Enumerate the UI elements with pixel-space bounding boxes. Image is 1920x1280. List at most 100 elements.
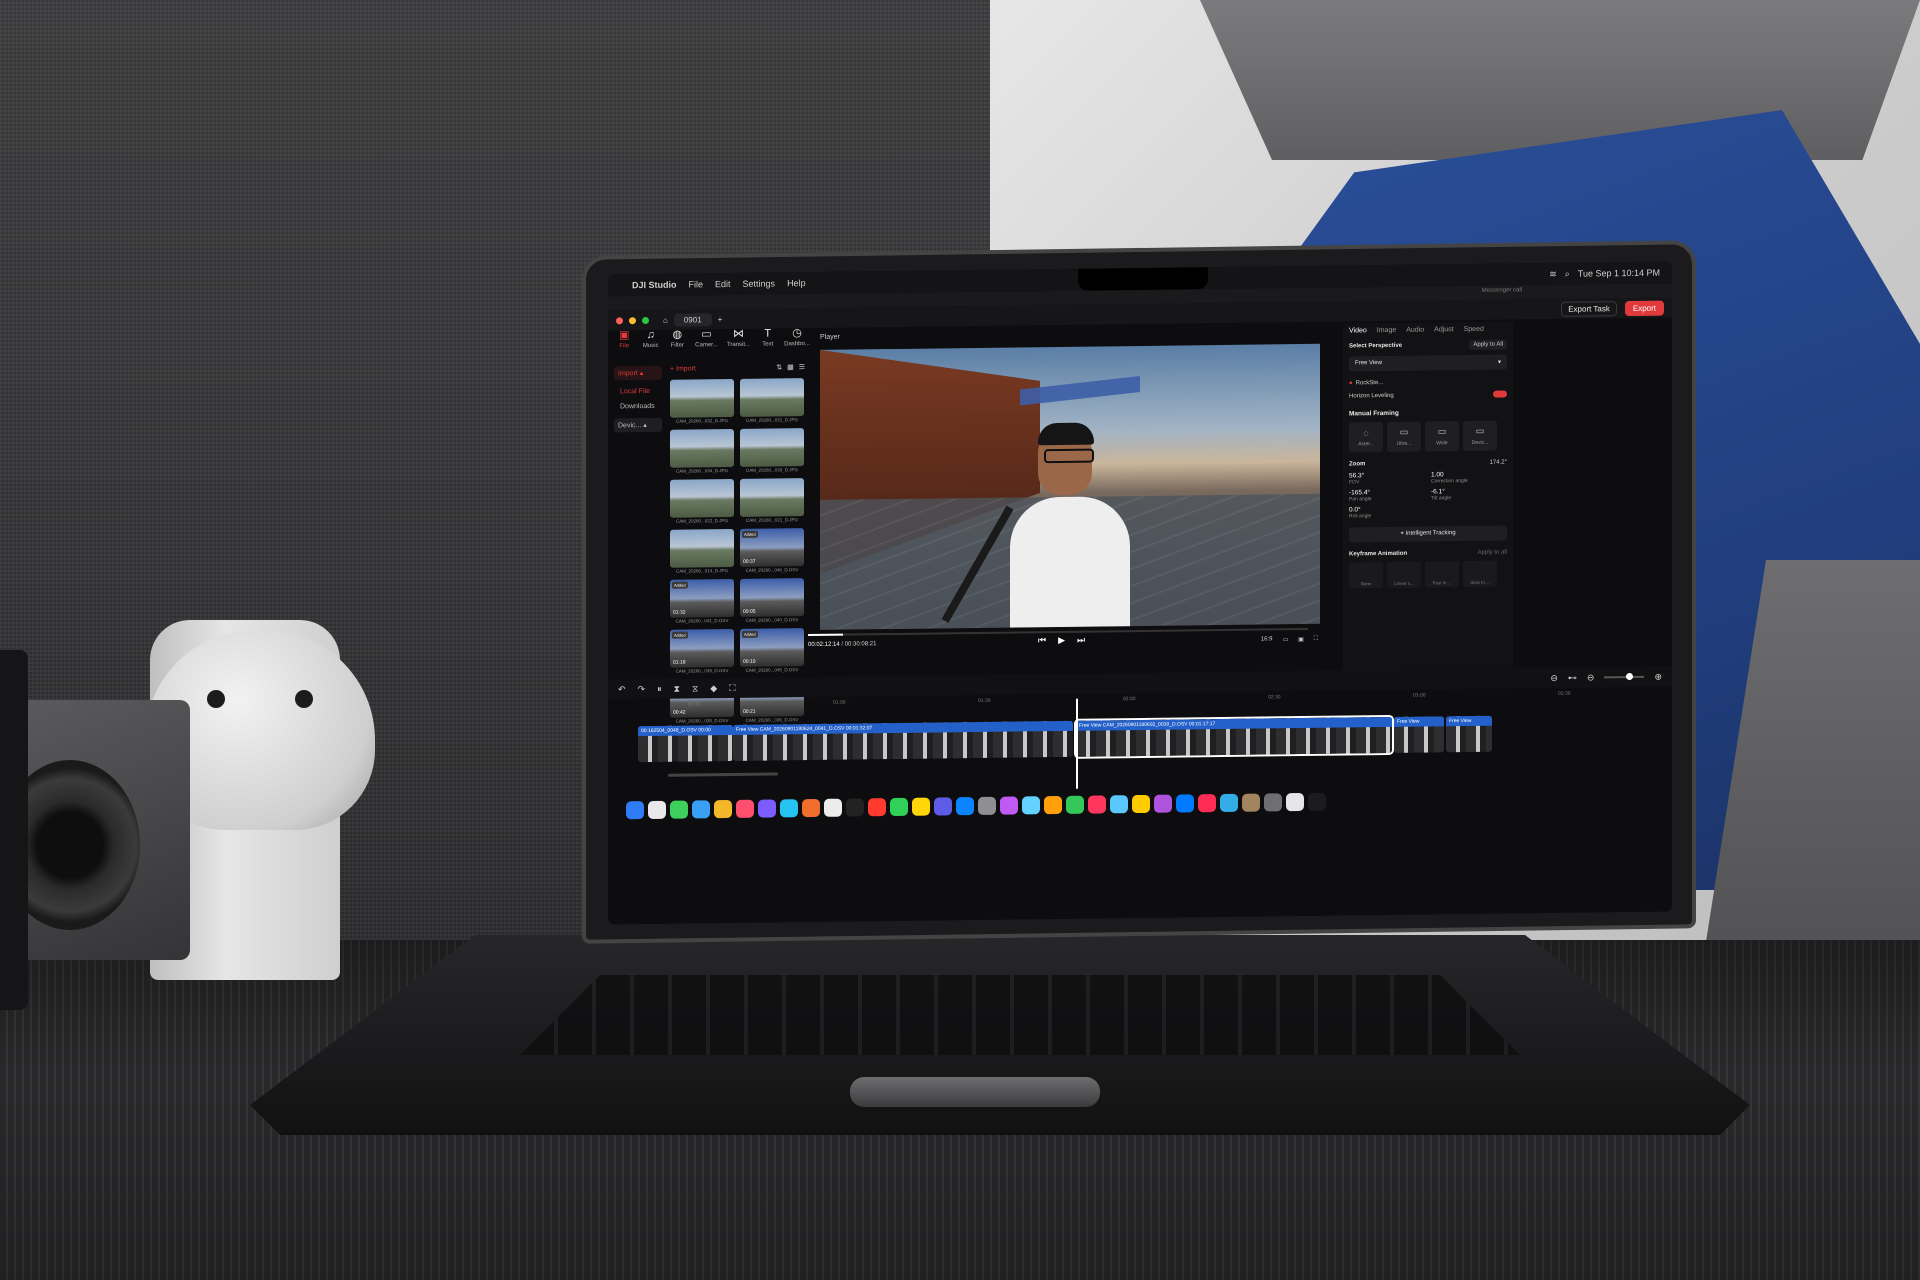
dock-app-icon[interactable] <box>1154 794 1172 813</box>
keyframe-icon[interactable]: ◆ <box>710 683 717 694</box>
dock-app-icon[interactable] <box>1000 796 1018 815</box>
messenger-call-label[interactable]: Messenger call <box>1482 287 1522 293</box>
sidebar-item-downloads[interactable]: Downloads <box>620 403 662 410</box>
tab-audio[interactable]: Audio <box>1406 327 1424 334</box>
zoom-in-icon[interactable]: ⊕ <box>1654 671 1662 682</box>
dock-app-icon[interactable] <box>1242 793 1260 812</box>
media-item[interactable]: CAM_20260...022_D.JPG <box>670 478 734 524</box>
media-item[interactable]: CAM_20260...033_D.JPG <box>740 428 804 473</box>
keyframe-preset[interactable]: Slow In ... <box>1463 560 1497 588</box>
dock-app-icon[interactable] <box>1110 795 1128 814</box>
tab-video[interactable]: Video <box>1349 327 1367 334</box>
dock-app-icon[interactable] <box>1044 795 1062 815</box>
tab-image[interactable]: Image <box>1377 327 1396 334</box>
media-item[interactable]: CAM_20260...021_D.JPG <box>740 478 804 523</box>
timeline-clip[interactable]: Free View <box>1394 716 1444 753</box>
tool-tab-2[interactable]: ◍ Filter <box>669 329 686 360</box>
minimize-window-button[interactable] <box>629 316 636 324</box>
dock-app-icon[interactable] <box>802 798 820 818</box>
keyframe-preset[interactable]: Linear s... <box>1387 561 1421 588</box>
zoom-window-button[interactable] <box>642 316 649 324</box>
app-name-menu[interactable]: DJI Studio <box>632 280 677 291</box>
dock-app-icon[interactable] <box>846 798 864 817</box>
dock-app-icon[interactable] <box>736 799 754 818</box>
dock-app-icon[interactable] <box>1308 792 1326 811</box>
tab-speed[interactable]: Speed <box>1464 326 1484 333</box>
tab-adjust[interactable]: Adjust <box>1434 326 1453 333</box>
project-tab[interactable]: 0901 <box>673 312 712 327</box>
lens-preset[interactable]: ▭ Devic... <box>1463 420 1497 452</box>
timeline-zoom-slider[interactable] <box>1604 675 1645 679</box>
dock-app-icon[interactable] <box>758 799 776 818</box>
export-task-button[interactable]: Export Task <box>1561 300 1617 317</box>
crop-icon[interactable]: ⛶ <box>729 682 735 693</box>
zoom-out-icon[interactable]: ⊖ <box>1587 672 1595 683</box>
snapshot-icon[interactable]: ▣ <box>1298 636 1304 643</box>
add-tab-icon[interactable]: + <box>718 315 723 324</box>
wifi-icon[interactable]: ≋ <box>1549 268 1557 279</box>
dock-app-icon[interactable] <box>1220 793 1238 813</box>
media-item[interactable]: CAM_20260...014_D.JPG <box>670 528 734 574</box>
media-item[interactable]: 00:05 CAM_20260...040_D.OSV <box>740 578 804 623</box>
dock-app-icon[interactable] <box>780 799 798 818</box>
dock-app-icon[interactable] <box>692 800 710 819</box>
magnet-icon[interactable]: ⊖ <box>1550 672 1558 683</box>
trim-right-icon[interactable]: ⧖ <box>692 683 698 694</box>
home-icon[interactable]: ⌂ <box>663 315 668 324</box>
dock-app-icon[interactable] <box>1088 795 1106 814</box>
device-dropdown[interactable]: Devic... ▴ <box>614 417 662 433</box>
next-icon[interactable]: ⏭ <box>1077 635 1085 646</box>
search-icon[interactable]: ⌕ <box>1565 268 1570 279</box>
menubar-clock[interactable]: Tue Sep 1 10:14 PM <box>1578 268 1660 279</box>
menu-settings[interactable]: Settings <box>743 278 776 288</box>
perspective-select[interactable]: Free View ▾ <box>1349 354 1507 372</box>
intelligent-tracking-button[interactable]: ⌖ Intelligent Tracking <box>1349 525 1507 543</box>
import-button[interactable]: + Import <box>670 365 696 372</box>
redo-icon[interactable]: ↷ <box>638 684 646 695</box>
timeline-scrollbar[interactable] <box>668 772 778 777</box>
rocksteady-checkbox[interactable]: ● <box>1349 380 1353 386</box>
dock-app-icon[interactable] <box>1066 795 1084 814</box>
dock-app-icon[interactable] <box>956 797 974 816</box>
video-preview[interactable] <box>820 343 1320 630</box>
framing-param[interactable]: 0.0° Roll angle <box>1349 506 1425 519</box>
split-icon[interactable]: ⏸ <box>657 683 662 694</box>
lens-preset[interactable]: ◌ Aster... <box>1349 422 1383 453</box>
menu-edit[interactable]: Edit <box>715 279 731 289</box>
play-icon[interactable]: ▶ <box>1058 635 1065 646</box>
tool-tab-5[interactable]: T Text <box>760 328 777 358</box>
dock-app-icon[interactable] <box>714 799 732 819</box>
dock-app-icon[interactable] <box>1264 793 1282 812</box>
media-view-icons[interactable]: ⇅▦☰ <box>776 363 810 371</box>
dock-app-icon[interactable] <box>1176 794 1194 813</box>
dock-app-icon[interactable] <box>1132 794 1150 814</box>
media-item[interactable]: Added 01:18 CAM_20260...039_D.OSV <box>670 628 734 674</box>
tool-tab-1[interactable]: ♫ Music <box>643 329 660 360</box>
keyframe-apply-all[interactable]: Apply to all <box>1478 550 1507 556</box>
timeline-clip[interactable]: Free View <box>1446 715 1492 753</box>
framing-param[interactable]: 56.3° FOV <box>1349 472 1425 485</box>
previous-icon[interactable]: ⏮ <box>1038 635 1046 646</box>
dock-app-icon[interactable] <box>868 798 886 817</box>
keyframe-preset[interactable]: Fast In ... <box>1425 561 1459 588</box>
framing-param[interactable]: -165.4° Pan angle <box>1349 489 1425 502</box>
menu-help[interactable]: Help <box>787 278 806 288</box>
media-item[interactable]: CAM_20260...031_D.JPG <box>740 378 804 423</box>
timeline-clip[interactable]: Free View CAM_20260901180602_0039_D.OSV … <box>1076 716 1392 757</box>
lens-preset[interactable]: ▭ Ultra... <box>1387 421 1421 452</box>
dock-app-icon[interactable] <box>824 798 842 817</box>
media-item[interactable]: CAM_20260...032_D.JPG <box>670 378 734 424</box>
tool-tab-3[interactable]: ▭ Camer... <box>695 328 718 359</box>
dock-app-icon[interactable] <box>626 801 644 820</box>
dock-app-icon[interactable] <box>912 797 930 816</box>
media-item[interactable]: CAM_20260...034_D.JPG <box>670 428 734 474</box>
framing-param[interactable]: -6.1° Tilt angle <box>1431 488 1507 501</box>
media-item[interactable]: Added 00:37 CAM_20260...046_D.OSV <box>740 528 804 573</box>
import-dropdown[interactable]: Import ▴ <box>614 365 662 381</box>
timeline-clip[interactable]: 00:162504_0048_D.OSV 00:00 <box>638 724 733 763</box>
media-item[interactable]: Added 00:10 CAM_20260...045_D.OSV <box>740 628 804 673</box>
close-window-button[interactable] <box>616 316 623 324</box>
framing-param[interactable]: 1.00 Correction angle <box>1431 471 1507 484</box>
media-item[interactable]: Added 01:32 CAM_20260...041_D.OSV <box>670 578 734 624</box>
aspect-ratio-select[interactable]: 16:9 <box>1261 636 1273 643</box>
